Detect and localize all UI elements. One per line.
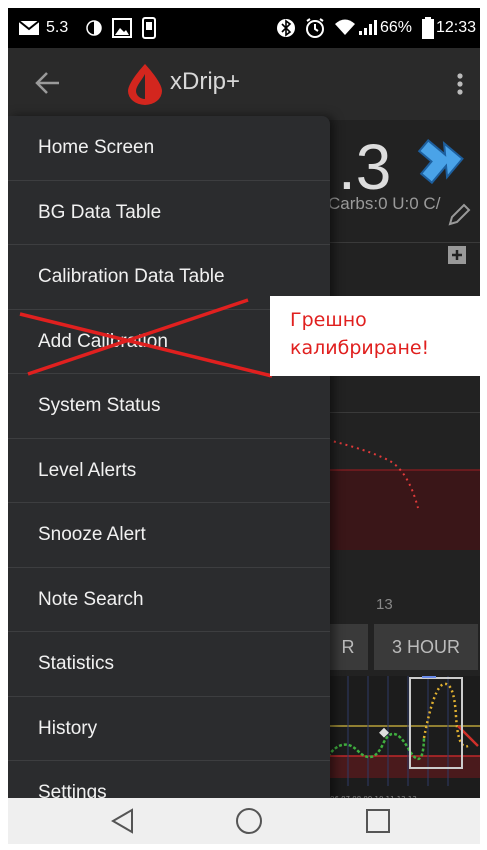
half-moon-icon <box>86 20 102 36</box>
menu-item-system-status[interactable]: System Status <box>8 374 330 439</box>
menu-item-statistics[interactable]: Statistics <box>8 632 330 697</box>
signal-icon <box>359 20 377 35</box>
add-note-icon[interactable] <box>446 244 468 266</box>
menu-item-snooze-alert[interactable]: Snooze Alert <box>8 503 330 568</box>
range-3-hour-button[interactable]: 3 HOUR <box>374 624 478 670</box>
image-icon <box>112 18 132 38</box>
range-button[interactable]: R <box>328 624 368 670</box>
battery-icon <box>422 17 434 39</box>
bg-value: .3 <box>338 131 392 203</box>
x-axis-label: 13 <box>376 596 393 613</box>
system-navigation-bar <box>8 798 480 844</box>
bluetooth-icon <box>277 19 295 37</box>
battery-percent: 66% <box>380 19 413 36</box>
divider <box>328 412 480 413</box>
nav-recent-icon[interactable] <box>363 806 393 836</box>
phone-screen: 5.3 66% 12:33 xDrip+ .3 Carbs:0 U:0 C/ 1… <box>8 8 480 844</box>
app-bar: xDrip+ <box>8 48 480 120</box>
wifi-icon <box>335 19 355 35</box>
divider <box>328 242 480 243</box>
menu-item-home-screen[interactable]: Home Screen <box>8 116 330 181</box>
menu-item-level-alerts[interactable]: Level Alerts <box>8 439 330 503</box>
notification-number: 5.3 <box>46 19 69 36</box>
back-arrow-icon[interactable] <box>32 68 62 98</box>
navigation-drawer: Home Screen BG Data Table Calibration Da… <box>8 116 330 810</box>
menu-item-bg-data-table[interactable]: BG Data Table <box>8 181 330 245</box>
pen-icon[interactable] <box>446 202 472 228</box>
annotation-line-2: калибриране! <box>290 337 430 359</box>
bg-graph <box>328 439 480 550</box>
menu-item-history[interactable]: History <box>8 697 330 761</box>
menu-item-note-search[interactable]: Note Search <box>8 568 330 632</box>
mail-icon <box>18 20 40 35</box>
clock-time: 12:33 <box>436 19 477 36</box>
treatment-summary: Carbs:0 U:0 C/ <box>328 194 441 213</box>
error-annotation: Грешно калибриране! <box>270 296 480 376</box>
more-vert-icon[interactable] <box>448 66 472 102</box>
nav-back-icon[interactable] <box>108 806 138 836</box>
status-bar: 5.3 66% 12:33 <box>8 8 480 48</box>
preview-graph[interactable]: 06 07 08 09 10 11 12 13 <box>328 676 480 808</box>
alarm-icon <box>306 18 324 38</box>
blood-drop-icon <box>128 64 162 105</box>
app-title: xDrip+ <box>170 68 241 95</box>
annotation-line-1: Грешно <box>290 309 367 331</box>
trend-arrow-icon <box>417 139 464 185</box>
nav-home-icon[interactable] <box>234 806 264 836</box>
phone-frame-icon <box>142 17 156 39</box>
